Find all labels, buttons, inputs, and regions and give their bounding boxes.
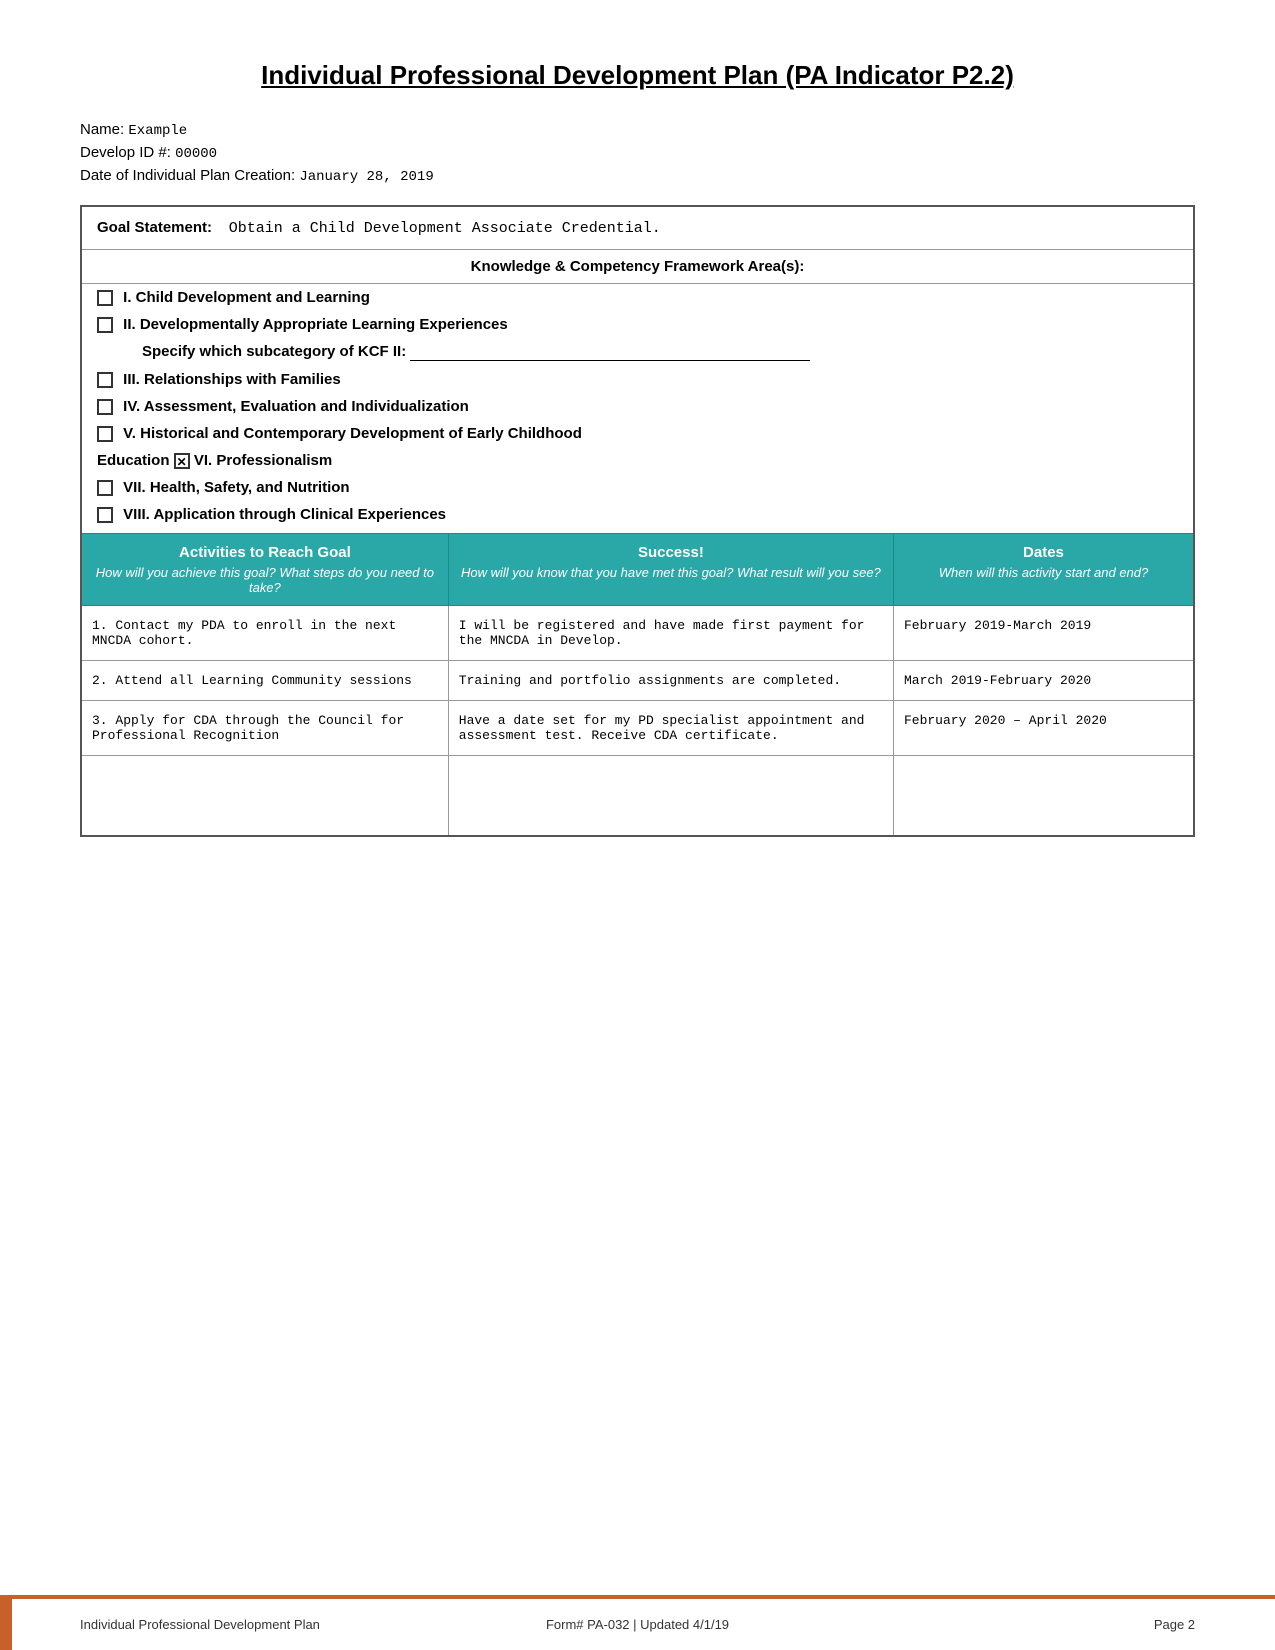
framework-area-I: I. Child Development and Learning bbox=[81, 284, 1194, 312]
col2-subtitle: How will you know that you have met this… bbox=[457, 565, 885, 580]
name-value: Example bbox=[128, 123, 187, 139]
framework-header-row: Knowledge & Competency Framework Area(s)… bbox=[81, 250, 1194, 284]
kcf-II-input bbox=[410, 343, 810, 361]
goal-label: Goal Statement: bbox=[97, 219, 212, 236]
activity-2: 2. Attend all Learning Community session… bbox=[81, 661, 448, 701]
develop-id-label: Develop ID #: bbox=[80, 144, 171, 161]
col3-title: Dates bbox=[902, 544, 1185, 561]
framework-area-VIII: VIII. Application through Clinical Exper… bbox=[81, 501, 1194, 534]
date-value: January 28, 2019 bbox=[299, 169, 433, 185]
area-VI-label: Education ✕ VI. Professionalism bbox=[97, 452, 332, 469]
success-3: Have a date set for my PD specialist app… bbox=[448, 701, 893, 756]
framework-area-VI: Education ✕ VI. Professionalism bbox=[81, 447, 1194, 474]
checkbox-V[interactable] bbox=[97, 426, 113, 442]
activity-1: 1. Contact my PDA to enroll in the next … bbox=[81, 606, 448, 661]
area-V-label: V. Historical and Contemporary Developme… bbox=[123, 425, 582, 442]
table-row-1: 1. Contact my PDA to enroll in the next … bbox=[81, 606, 1194, 661]
empty-activity bbox=[81, 756, 448, 836]
area-VII-label: VII. Health, Safety, and Nutrition bbox=[123, 479, 349, 496]
footer-left: Individual Professional Development Plan bbox=[80, 1617, 452, 1632]
empty-dates bbox=[893, 756, 1194, 836]
page-title: Individual Professional Development Plan… bbox=[80, 60, 1195, 91]
framework-area-VII: VII. Health, Safety, and Nutrition bbox=[81, 474, 1194, 501]
checkbox-IV[interactable] bbox=[97, 399, 113, 415]
date-field: Date of Individual Plan Creation: Januar… bbox=[80, 167, 1195, 185]
footer-right: Page 2 bbox=[823, 1617, 1195, 1632]
develop-id-field: Develop ID #: 00000 bbox=[80, 144, 1195, 162]
name-label: Name: bbox=[80, 121, 124, 138]
checkbox-I[interactable] bbox=[97, 290, 113, 306]
develop-id-value: 00000 bbox=[175, 146, 217, 162]
area-II-label: II. Developmentally Appropriate Learning… bbox=[123, 316, 508, 333]
col1-title: Activities to Reach Goal bbox=[90, 544, 440, 561]
footer-center: Form# PA-032 | Updated 4/1/19 bbox=[452, 1617, 824, 1632]
dates-2: March 2019-February 2020 bbox=[893, 661, 1194, 701]
page-footer: Individual Professional Development Plan… bbox=[0, 1595, 1275, 1650]
framework-area-II-sub: Specify which subcategory of KCF II: bbox=[81, 338, 1194, 366]
main-table: Goal Statement: Obtain a Child Developme… bbox=[80, 205, 1195, 837]
area-I-label: I. Child Development and Learning bbox=[123, 289, 370, 306]
framework-area-III: III. Relationships with Families bbox=[81, 366, 1194, 393]
header-fields: Name: Example Develop ID #: 00000 Date o… bbox=[80, 121, 1195, 185]
area-II-sub-label: Specify which subcategory of KCF II: bbox=[142, 343, 810, 360]
col1-header: Activities to Reach Goal How will you ac… bbox=[81, 534, 448, 606]
success-1: I will be registered and have made first… bbox=[448, 606, 893, 661]
footer-accent bbox=[0, 1595, 12, 1650]
col2-header: Success! How will you know that you have… bbox=[448, 534, 893, 606]
col2-title: Success! bbox=[457, 544, 885, 561]
framework-header: Knowledge & Competency Framework Area(s)… bbox=[81, 250, 1194, 284]
table-row-3: 3. Apply for CDA through the Council for… bbox=[81, 701, 1194, 756]
col3-subtitle: When will this activity start and end? bbox=[902, 565, 1185, 580]
area-IV-label: IV. Assessment, Evaluation and Individua… bbox=[123, 398, 469, 415]
framework-area-V: V. Historical and Contemporary Developme… bbox=[81, 420, 1194, 447]
checkbox-VIII[interactable] bbox=[97, 507, 113, 523]
checkbox-III[interactable] bbox=[97, 372, 113, 388]
goal-row: Goal Statement: Obtain a Child Developme… bbox=[81, 206, 1194, 250]
goal-value: Obtain a Child Development Associate Cre… bbox=[229, 220, 661, 237]
checkbox-VII[interactable] bbox=[97, 480, 113, 496]
col3-header: Dates When will this activity start and … bbox=[893, 534, 1194, 606]
activity-3: 3. Apply for CDA through the Council for… bbox=[81, 701, 448, 756]
area-III-label: III. Relationships with Families bbox=[123, 371, 341, 388]
area-VIII-label: VIII. Application through Clinical Exper… bbox=[123, 506, 446, 523]
table-row-2: 2. Attend all Learning Community session… bbox=[81, 661, 1194, 701]
col1-subtitle: How will you achieve this goal? What ste… bbox=[90, 565, 440, 595]
goal-cell: Goal Statement: Obtain a Child Developme… bbox=[81, 206, 1194, 250]
date-label: Date of Individual Plan Creation: bbox=[80, 167, 295, 184]
framework-area-II: II. Developmentally Appropriate Learning… bbox=[81, 311, 1194, 338]
dates-1: February 2019-March 2019 bbox=[893, 606, 1194, 661]
table-row-empty bbox=[81, 756, 1194, 836]
empty-success bbox=[448, 756, 893, 836]
checkbox-II[interactable] bbox=[97, 317, 113, 333]
success-2: Training and portfolio assignments are c… bbox=[448, 661, 893, 701]
dates-3: February 2020 – April 2020 bbox=[893, 701, 1194, 756]
name-field: Name: Example bbox=[80, 121, 1195, 139]
activities-header-row: Activities to Reach Goal How will you ac… bbox=[81, 534, 1194, 606]
framework-area-IV: IV. Assessment, Evaluation and Individua… bbox=[81, 393, 1194, 420]
